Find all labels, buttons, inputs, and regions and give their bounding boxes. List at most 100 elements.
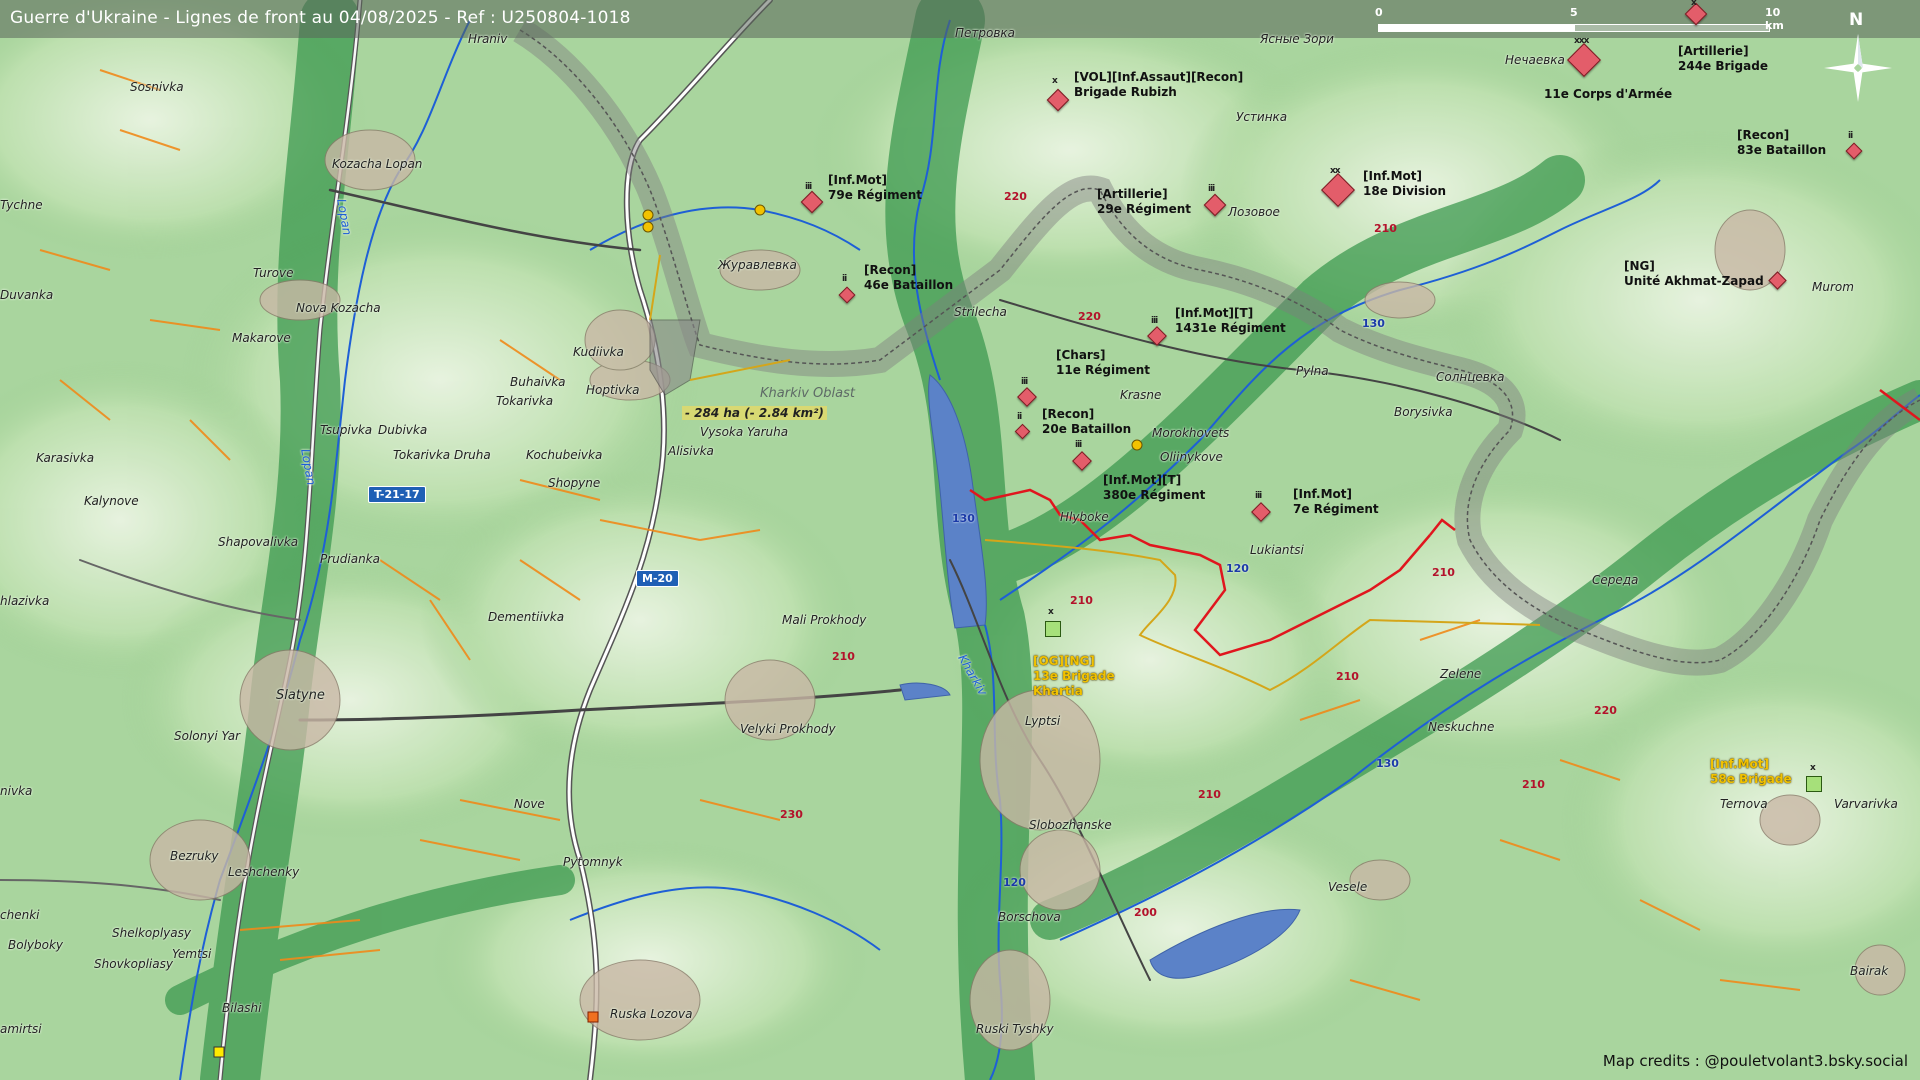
road-number: 130 [952, 512, 975, 525]
place-label: Bolyboky [8, 938, 64, 952]
elevation-label: 220 [1004, 190, 1027, 203]
unit-label-brigade-rubizh[interactable]: [VOL][Inf.Assaut][Recon] Brigade Rubizh [1074, 70, 1243, 100]
place-label: Kalynove [84, 494, 139, 508]
unit-echelon: x [1048, 607, 1054, 617]
place-label: Tokarivka Druha [393, 448, 491, 462]
elevation-label: 230 [780, 808, 803, 821]
place-label: amirtsi [0, 1022, 42, 1036]
place-label: Shovkopliasy [94, 957, 173, 971]
unit-label-11e-corps[interactable]: 11e Corps d'Armée [1544, 87, 1672, 102]
unit-label-29e-regiment[interactable]: [Artillerie] 29e Régiment [1097, 187, 1191, 217]
scale-tick-0: 0 [1375, 6, 1383, 19]
unit-label-7e-regiment[interactable]: [Inf.Mot] 7e Régiment [1293, 487, 1379, 517]
place-label: Borschova [998, 910, 1061, 924]
compass-rose-icon: N [1818, 8, 1898, 108]
unit-echelon: xx [1330, 166, 1341, 176]
place-label: Strilecha [954, 305, 1007, 319]
place-label: Buhaivka [510, 375, 566, 389]
place-label: Lyptsi [1025, 714, 1061, 728]
unit-label-20e-bataillon[interactable]: [Recon] 20e Bataillon [1042, 407, 1131, 437]
unit-echelon: ii [842, 274, 847, 284]
place-label: Vesele [1328, 880, 1368, 894]
ukrainian-unit-marker[interactable] [1806, 776, 1822, 792]
unit-label-58e-brigade[interactable]: [Inf.Mot] 58e Brigade [1710, 757, 1792, 787]
unit-echelon: iii [1075, 440, 1082, 450]
unit-label-18e-division[interactable]: [Inf.Mot] 18e Division [1363, 169, 1446, 199]
place-label: Murom [1812, 280, 1854, 294]
place-label: Tokarivka [496, 394, 554, 408]
ukrainian-unit-marker[interactable] [1045, 621, 1061, 637]
elevation-label: 210 [1522, 778, 1545, 791]
scale-bar: 0 5 10 km [1375, 6, 1784, 32]
place-label: Shapovalivka [218, 535, 299, 549]
elevation-label: 210 [1198, 788, 1221, 801]
place-label: Slobozhanske [1029, 818, 1112, 832]
place-label: Mali Prokhody [782, 613, 867, 627]
unit-echelon: iii [805, 182, 812, 192]
place-label: Ruski Tyshky [976, 1022, 1054, 1036]
road-number: 130 [1362, 317, 1385, 330]
unit-echelon: ii [1017, 412, 1022, 422]
place-label: Hlyboke [1060, 510, 1109, 524]
place-label: Петровка [955, 26, 1016, 40]
place-label: Solonyi Yar [174, 729, 241, 743]
place-label: Hraniv [468, 32, 508, 46]
unit-label-akhmat-zapad[interactable]: [NG] Unité Akhmat-Zapad [1624, 259, 1764, 289]
place-label: Kudiivka [573, 345, 624, 359]
place-label: Журавлевка [718, 258, 797, 272]
unit-label-380e-regiment[interactable]: [Inf.Mot][T] 380e Régiment [1103, 473, 1205, 503]
place-label: Нечаевка [1505, 53, 1565, 67]
road-shield-m-20: M-20 [636, 570, 679, 587]
unit-label-1431e-regiment[interactable]: [Inf.Mot][T] 1431e Régiment [1175, 306, 1286, 336]
place-label: Tsupivka [320, 423, 373, 437]
place-label: Krasne [1120, 388, 1162, 402]
unit-echelon: x [1810, 763, 1816, 773]
place-label: Duvanka [0, 288, 54, 302]
place-label: Солнцевка [1436, 370, 1505, 384]
place-label: Karasivka [36, 451, 95, 465]
place-label: Nova Kozacha [296, 301, 381, 315]
scale-bar-second-half [1574, 24, 1770, 32]
place-label: Zelene [1440, 667, 1482, 681]
place-label: Yemtsi [172, 947, 212, 961]
unit-echelon: iii [1255, 491, 1262, 501]
place-label: Ясные Зори [1260, 32, 1334, 46]
road-shield-t-21-17: T-21-17 [368, 486, 426, 503]
place-label: Slatyne [276, 688, 325, 703]
place-label: Ternova [1720, 797, 1768, 811]
elevation-label: 210 [1336, 670, 1359, 683]
place-label: Borysivka [1394, 405, 1453, 419]
place-label: Neskuchne [1428, 720, 1495, 734]
place-label: Oliinykove [1160, 450, 1223, 464]
place-label: Pytomnyk [563, 855, 623, 869]
unit-label-13e-brigade-khartia[interactable]: [OG][NG] 13e Brigade Khartia [1033, 654, 1115, 699]
place-label: Dementiivka [488, 610, 565, 624]
place-label: Varvarivka [1834, 797, 1898, 811]
scale-bar-first-half [1378, 24, 1574, 32]
unit-echelon: iii [1208, 184, 1215, 194]
unit-echelon: xxx [1574, 36, 1589, 46]
place-label: hlazivka [0, 594, 50, 608]
unit-label-11e-regiment[interactable]: [Chars] 11e Régiment [1056, 348, 1150, 378]
unit-echelon: iii [1021, 377, 1028, 387]
unit-label-83e-bataillon[interactable]: [Recon] 83e Bataillon [1737, 128, 1826, 158]
place-label: Turove [253, 266, 294, 280]
place-label: Morokhovets [1152, 426, 1230, 440]
unit-label-79e-regiment[interactable]: [Inf.Mot] 79e Régiment [828, 173, 922, 203]
unit-label-244e-brigade[interactable]: [Artillerie] 244e Brigade [1678, 44, 1768, 74]
place-label: Shelkoplyasy [112, 926, 191, 940]
map-credits: Map credits : @pouletvolant3.bsky.social [1602, 1052, 1908, 1070]
area-change-label: - 284 ha (- 2.84 km²) [682, 406, 827, 420]
place-label: Lukiantsi [1250, 543, 1304, 557]
unit-label-46e-bataillon[interactable]: [Recon] 46e Bataillon [864, 263, 953, 293]
unit-echelon: x [1052, 76, 1058, 86]
place-label: Bezruky [170, 849, 219, 863]
place-label: Устинка [1236, 110, 1288, 124]
elevation-label: 210 [1374, 222, 1397, 235]
place-label: Dubivka [378, 423, 428, 437]
elevation-label: 210 [1432, 566, 1455, 579]
oblast-label: Kharkiv Oblast [760, 386, 855, 401]
place-label: Ruska Lozova [610, 1007, 693, 1021]
place-label: Tychne [0, 198, 43, 212]
place-label: Kochubeivka [526, 448, 603, 462]
